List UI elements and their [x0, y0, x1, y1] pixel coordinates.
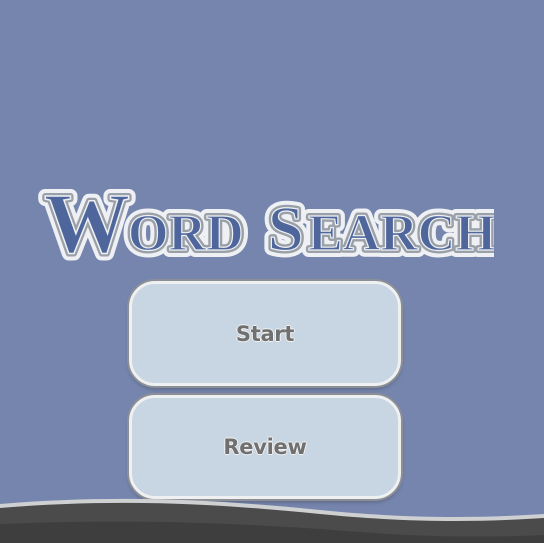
title-earch-letters: EARCH	[308, 205, 494, 262]
game-title-logo: W ORD S EARCH W ORD S EARCH W ORD S EARC…	[38, 172, 494, 262]
title-w-letter: W	[44, 175, 130, 262]
title-logo-svg: W ORD S EARCH W ORD S EARCH W ORD S EARC…	[38, 172, 494, 262]
bottom-wave-decoration	[0, 498, 544, 543]
review-button[interactable]: Review	[129, 395, 401, 499]
start-button[interactable]: Start	[129, 281, 401, 386]
title-s-letter: S	[268, 193, 304, 262]
title-ord-letters: ORD	[128, 205, 244, 262]
start-button-label: Start	[235, 321, 295, 346]
review-button-label: Review	[223, 435, 307, 459]
